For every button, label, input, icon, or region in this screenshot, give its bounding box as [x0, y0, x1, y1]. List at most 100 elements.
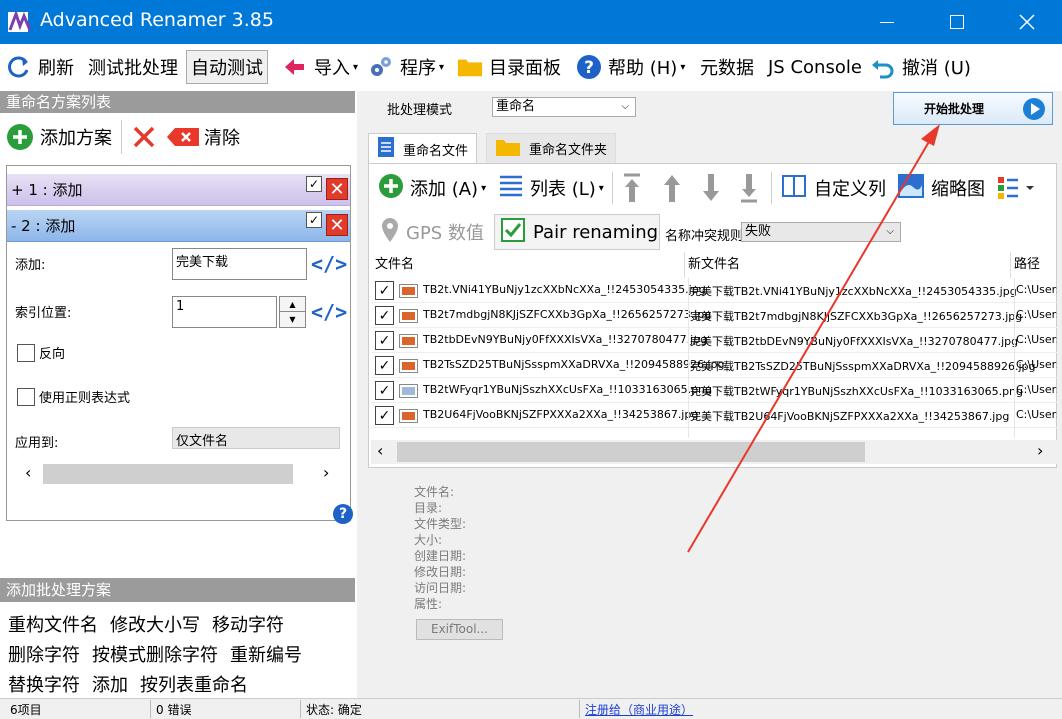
maximize-button[interactable] [922, 0, 992, 44]
column-header-filename[interactable]: 文件名 [375, 252, 685, 278]
pair-renaming-toggle[interactable]: Pair renaming [494, 214, 660, 250]
scroll-right-icon[interactable]: › [323, 463, 329, 482]
cell-newname: 完美下载TB2t.VNi41YBuNjy1zcXXbNcXXa_!!245305… [690, 285, 1017, 298]
table-row[interactable]: ✓ TB2tWFyqr1YBuNjSszhXXcUsFXa_!!103316306… [371, 378, 1057, 403]
method-1-enabled-checkbox[interactable]: ✓ [306, 176, 322, 192]
method-change-case[interactable]: 修改大小写 [110, 611, 200, 637]
info-attributes-label: 属性: [414, 597, 443, 611]
info-created-label: 创建日期: [414, 549, 467, 563]
method-list-rename[interactable]: 按列表重命名 [140, 671, 248, 697]
method-hscroll[interactable]: ‹ › [23, 461, 339, 487]
method-2-enabled-checkbox[interactable]: ✓ [306, 212, 322, 228]
index-input[interactable]: 1 [172, 296, 277, 328]
register-link[interactable]: 注册给（商业用途） [585, 701, 693, 718]
row-checkbox[interactable]: ✓ [375, 281, 394, 300]
row-checkbox[interactable]: ✓ [375, 356, 394, 375]
start-batch-button[interactable]: 开始批处理 [893, 92, 1053, 125]
method-add[interactable]: 添加 [92, 671, 128, 697]
columns-icon [782, 174, 806, 203]
scroll-thumb[interactable] [43, 464, 293, 484]
dir-panel-button[interactable]: 目录面板 [457, 50, 561, 84]
undo-button[interactable]: 撤消 (U) [870, 50, 971, 84]
checkbox-checked-icon [501, 217, 525, 247]
index-spinner[interactable]: ▲ ▼ [279, 296, 306, 328]
chevron-down-icon: ▾ [481, 182, 487, 194]
move-up-button[interactable] [661, 172, 683, 208]
method-remove[interactable]: 删除字符 [8, 641, 80, 667]
add-method-button[interactable]: 添加方案 [6, 120, 112, 154]
close-button[interactable] [992, 0, 1062, 44]
auto-test-button[interactable]: 自动测试 [186, 50, 268, 84]
table-row[interactable]: ✓ TB2U64FjVooBKNjSZFPXXXa2XXa_!!34253867.… [371, 403, 1057, 428]
table-row[interactable]: ✓ TB2TsSZD25TBuNjSsspmXXaDRVXa_!!20945889… [371, 353, 1057, 378]
help-icon: ? [576, 54, 602, 80]
column-header-newname[interactable]: 新文件名 [688, 252, 1011, 278]
arrow-top-icon [624, 173, 640, 202]
code-tag-icon[interactable]: </> [311, 252, 347, 276]
add-files-button[interactable]: 添加 (A) ▾ [378, 172, 486, 204]
thumbnails-button[interactable]: 缩略图 [897, 172, 985, 204]
move-bottom-button[interactable] [738, 172, 760, 208]
spin-up-icon[interactable]: ▲ [280, 297, 305, 312]
row-checkbox[interactable]: ✓ [375, 331, 394, 350]
view-options-button[interactable] [996, 174, 1034, 206]
info-modified-label: 修改日期: [414, 565, 467, 579]
method-2-remove-icon[interactable]: ✕ [326, 214, 348, 236]
custom-columns-button[interactable]: 自定义列 [782, 172, 886, 204]
method-editor-frame: + 1 : 添加 ✓ ✕ - 2 : 添加 ✓ ✕ 添加: 完美下载 </> 索… [6, 165, 351, 521]
method-restructure[interactable]: 重构文件名 [8, 611, 98, 637]
table-row[interactable]: ✓ TB2tbDEvN9YBuNjy0FfXXXIsVXa_!!327078047… [371, 328, 1057, 353]
tab-rename-files[interactable]: 重命名文件 [368, 133, 478, 164]
table-hscroll[interactable]: ‹ › [371, 440, 1057, 464]
method-1-remove-icon[interactable]: ✕ [326, 178, 348, 200]
row-checkbox[interactable]: ✓ [375, 306, 394, 325]
method-remove-pattern[interactable]: 按模式删除字符 [92, 641, 218, 667]
metadata-button[interactable]: 元数据 [700, 50, 754, 84]
test-batch-button[interactable]: 测试批处理 [88, 50, 178, 84]
apply-to-select[interactable]: 仅文件名 [172, 427, 340, 449]
exiftool-button[interactable]: ExifTool... [416, 619, 503, 640]
spin-down-icon[interactable]: ▼ [280, 312, 305, 327]
refresh-button[interactable]: 刷新 [6, 50, 74, 84]
folder-icon [457, 54, 483, 80]
method-move[interactable]: 移动字符 [212, 611, 284, 637]
method-renumber[interactable]: 重新编号 [230, 641, 302, 667]
scroll-left-icon[interactable]: ‹ [25, 463, 31, 482]
list-button[interactable]: 列表 (L) ▾ [498, 172, 604, 204]
tab-rename-folders[interactable]: 重命名文件夹 [486, 133, 617, 164]
method-item-2[interactable]: - 2 : 添加 ✓ ✕ [7, 210, 350, 242]
scroll-thumb[interactable] [397, 442, 865, 462]
table-row[interactable]: ✓ TB2t.VNi41YBuNjy1zcXXbNcXXa_!!245305433… [371, 278, 1057, 303]
move-top-button[interactable] [621, 172, 643, 208]
help-button[interactable]: ? 帮助 (H) ▾ [576, 50, 685, 84]
column-header-path[interactable]: 路径 [1014, 252, 1057, 278]
image-file-icon [399, 334, 418, 348]
status-item-count: 6项目 [10, 703, 42, 717]
program-button[interactable]: 程序 ▾ [368, 50, 444, 84]
code-tag-icon[interactable]: </> [311, 300, 347, 324]
move-down-button[interactable] [700, 172, 722, 208]
js-console-button[interactable]: JS Console [768, 50, 862, 84]
delete-method-button[interactable] [132, 124, 156, 150]
scroll-left-icon[interactable]: ‹ [377, 441, 383, 460]
table-row[interactable]: ✓ TB2t7mdbgjN8KJjSZFCXXb3GpXa_!!265625727… [371, 303, 1057, 328]
regex-checkbox[interactable] [17, 388, 35, 406]
add-text-input[interactable]: 完美下载 [172, 248, 307, 280]
method-help-icon[interactable]: ? [333, 504, 353, 524]
batch-mode-select[interactable]: 重命名 ⌵ [492, 97, 636, 117]
import-button[interactable]: 导入 ▾ [282, 50, 358, 84]
import-arrow-icon [282, 54, 308, 80]
reverse-checkbox[interactable] [17, 344, 35, 362]
minimize-button[interactable] [852, 0, 922, 44]
method-item-1[interactable]: + 1 : 添加 ✓ ✕ [7, 174, 350, 206]
row-checkbox[interactable]: ✓ [375, 381, 394, 400]
chevron-down-icon: ▾ [439, 61, 445, 73]
cell-path: C:\Users [1016, 333, 1057, 346]
method-replace[interactable]: 替换字符 [8, 671, 80, 697]
chevron-down-icon: ⌵ [621, 101, 629, 112]
gps-values-button[interactable]: GPS 数值 [380, 214, 484, 250]
clear-button[interactable]: 清除 [166, 120, 240, 154]
scroll-right-icon[interactable]: › [1037, 441, 1043, 460]
conflict-rule-select[interactable]: 失败 ⌵ [741, 222, 901, 242]
row-checkbox[interactable]: ✓ [375, 406, 394, 425]
